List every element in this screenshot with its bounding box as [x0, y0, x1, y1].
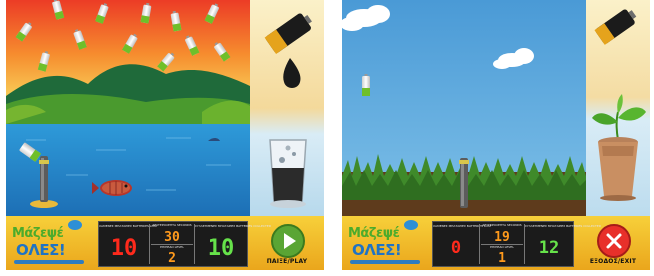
plant-panel — [586, 0, 650, 216]
logo-badge-icon — [404, 220, 418, 230]
exit-button[interactable]: ΕΞΟΔΟΣ/EXIT — [580, 222, 646, 266]
pollution-panel — [250, 0, 324, 216]
play-button[interactable]: ΠΑΙΞΕ/PLAY — [254, 222, 320, 266]
level-counter: 1 — [498, 251, 506, 266]
logo-line2: ΟΛΕΣ! — [16, 241, 66, 259]
logo-strip — [350, 260, 420, 264]
collected-label: ΣΥΛΛΕΓΜΕΝΕΣ ΜΠΑΤΑΡΙΕΣ BATTERIES COLLECTE… — [525, 224, 602, 228]
lost-counter: 0 — [450, 238, 462, 258]
logo-badge-icon — [68, 220, 82, 230]
seconds-cell: ΔΕΥΤΕΡΟΛΕΠΤΑ SECONDS 19 — [480, 222, 524, 246]
hud-bar: Μάζεψέ ΟΛΕΣ! ΧΑΜΕΝΕΣ ΜΠΑΤΑΡΙΕΣ BATTERIES… — [6, 216, 324, 270]
game-screen-right: Μάζεψέ ΟΛΕΣ! ΧΑΜΕΝΕΣ ΜΠΑΤΑΡΙΕΣ BATTERIES… — [342, 0, 650, 270]
lost-cell: ΧΑΜΕΝΕΣ ΜΠΑΤΑΡΙΕΣ BATTERIES LOST 0 — [433, 222, 492, 266]
seconds-counter: 19 — [494, 230, 510, 245]
seconds-counter: 30 — [164, 230, 180, 245]
logo-line1: Μάζεψέ — [348, 226, 400, 241]
seconds-label: ΔΕΥΤΕΡΟΛΕΠΤΑ SECONDS — [482, 223, 522, 227]
falling-battery[interactable] — [362, 74, 370, 96]
collected-counter: 10 — [207, 236, 235, 261]
level-cell: ΕΠΙΠΕΔΟ LEVEL 1 — [480, 245, 524, 267]
collector-tube[interactable] — [459, 158, 469, 208]
collected-cell: ΣΥΛΛΕΓΜΕΝΕΣ ΜΠΑΤΑΡΙΕΣ BATTERIES COLLECTE… — [195, 222, 272, 266]
play-label: ΠΑΙΞΕ/PLAY — [266, 258, 308, 265]
scoreboard: ΧΑΜΕΝΕΣ ΜΠΑΤΑΡΙΕΣ BATTERIES LOST 0 ΔΕΥΤΕ… — [432, 221, 602, 267]
seconds-label: ΔΕΥΤΕΡΟΛΕΠΤΑ SECONDS — [152, 223, 192, 227]
play-icon — [271, 224, 305, 258]
collected-label: ΣΥΛΛΕΓΜΕΝΕΣ ΜΠΑΤΑΡΙΕΣ BATTERIES COLLECTE… — [195, 224, 272, 228]
level-label: ΕΠΙΠΕΔΟ LEVEL — [490, 245, 514, 249]
game-screen-left: Μάζεψέ ΟΛΕΣ! ΧΑΜΕΝΕΣ ΜΠΑΤΑΡΙΕΣ BATTERIES… — [6, 0, 324, 270]
logo-strip — [14, 260, 84, 264]
level-label: ΕΠΙΠΕΔΟ LEVEL — [160, 245, 184, 249]
seconds-cell: ΔΕΥΤΕΡΟΛΕΠΤΑ SECONDS 30 — [150, 222, 194, 246]
logo-line2: ΟΛΕΣ! — [352, 241, 402, 259]
exit-label: ΕΞΟΔΟΣ/EXIT — [589, 258, 637, 265]
lost-label: ΧΑΜΕΝΕΣ ΜΠΑΤΑΡΙΕΣ BATTERIES LOST — [99, 224, 158, 228]
collected-counter: 12 — [538, 238, 560, 258]
logo-line1: Μάζεψέ — [12, 226, 64, 241]
lost-counter: 10 — [110, 236, 138, 261]
level-counter: 2 — [168, 251, 176, 266]
logo: Μάζεψέ ΟΛΕΣ! — [10, 220, 92, 266]
logo: Μάζεψέ ΟΛΕΣ! — [346, 220, 428, 266]
field-scene — [342, 0, 586, 216]
lost-label: ΧΑΜΕΝΕΣ ΜΠΑΤΑΡΙΕΣ BATTERIES LOST — [433, 224, 492, 228]
lost-cell: ΧΑΜΕΝΕΣ ΜΠΑΤΑΡΙΕΣ BATTERIES LOST 10 — [99, 222, 158, 266]
collected-cell: ΣΥΛΛΕΓΜΕΝΕΣ ΜΠΑΤΑΡΙΕΣ BATTERIES COLLECTE… — [525, 222, 602, 266]
level-cell: ΕΠΙΠΕΔΟ LEVEL 2 — [150, 245, 194, 267]
polluted-water-glass — [269, 139, 307, 208]
close-icon — [597, 224, 631, 258]
scoreboard: ΧΑΜΕΝΕΣ ΜΠΑΤΑΡΙΕΣ BATTERIES LOST 10 ΔΕΥΤ… — [98, 221, 272, 267]
hud-bar: Μάζεψέ ΟΛΕΣ! ΧΑΜΕΝΕΣ ΜΠΑΤΑΡΙΕΣ BATTERIES… — [342, 216, 650, 270]
